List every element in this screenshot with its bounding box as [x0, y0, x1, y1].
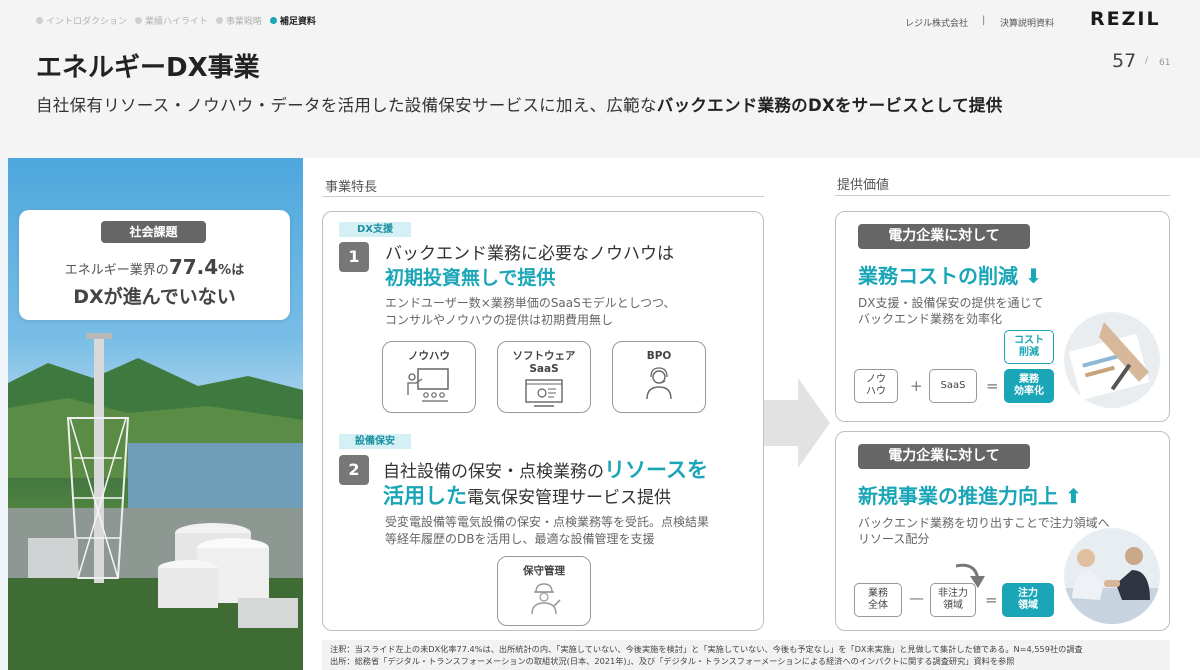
feature1-title: バックエンド業務に必要なノウハウは: [385, 244, 674, 264]
maintenance-worker-icon: [531, 583, 561, 615]
feature2-title-line2: 活用した電気保安管理サービス提供: [383, 484, 671, 508]
social-issue-line1: エネルギー業界の77.4%は: [64, 255, 245, 279]
rezil-logo: REZIL: [1090, 8, 1161, 30]
feature-number-2: 2: [339, 455, 369, 485]
value2-target-tag: 電力企業に対して: [858, 444, 1030, 469]
page-slash: /: [1145, 56, 1149, 66]
presentation-icon: [407, 368, 449, 402]
equals-sign: =: [985, 591, 998, 609]
dx-support-tag: DX支援: [339, 222, 411, 237]
feature-number-1: 1: [339, 242, 369, 272]
handshake-photo: [1064, 528, 1160, 624]
social-issue-line2: DXが進んでいない: [73, 286, 236, 308]
operator-icon: [646, 367, 672, 400]
maintenance-card: 保守管理: [497, 556, 591, 626]
value1-target-tag: 電力企業に対して: [858, 224, 1030, 249]
features-heading: 事業特長: [325, 180, 378, 195]
breadcrumb-item-appendix[interactable]: 補足資料: [269, 14, 316, 27]
knowhow-card: ノウハウ: [382, 341, 476, 413]
document-type: 決算説明資料: [1000, 19, 1055, 29]
feature1-highlight: 初期投資無しで提供: [385, 267, 556, 289]
header-separator: |: [982, 15, 986, 26]
knowhow-chip: ノウ ハウ: [854, 369, 898, 403]
whole-business-chip: 業務 全体: [854, 583, 902, 617]
plus-sign: +: [910, 377, 923, 395]
efficiency-result-chip: 業務 効率化: [1004, 369, 1054, 403]
value-heading: 提供価値: [837, 178, 890, 193]
breadcrumb-dot-icon: [269, 17, 277, 24]
breadcrumb-item-highlights[interactable]: 業績ハイライト: [135, 14, 208, 27]
bpo-card: BPO: [612, 341, 706, 413]
minus-sign: —: [909, 589, 924, 607]
page-title: エネルギーDX事業: [36, 53, 260, 83]
value1-description: DX支援・設備保安の提供を通じて バックエンド業務を効率化: [858, 296, 1044, 326]
cost-reduction-callout: コスト 削減: [1004, 330, 1054, 364]
social-issue-tag: 社会課題: [101, 221, 206, 243]
social-issue-card: 社会課題 エネルギー業界の77.4%は DXが進んでいない: [19, 210, 290, 320]
value-heading-rule: [835, 195, 1170, 196]
feature2-description: 受変電設備等電気設備の保安・点検業務等を受託。点検結果 等経年履歴のDBを活用し、…: [385, 515, 710, 546]
breadcrumb-dot-icon: [135, 17, 143, 24]
arrow-right-icon: [764, 378, 830, 468]
features-heading-rule: [322, 196, 764, 197]
software-saas-card: ソフトウェア SaaS: [497, 341, 591, 413]
value2-description: バックエンド業務を切り出すことで注力領域へ リソース配分: [858, 516, 1110, 546]
breadcrumb-item-strategy[interactable]: 事業戦略: [215, 14, 262, 27]
value-box-new-business: 電力企業に対して 新規事業の推進力向上 ⬆ バックエンド業務を切り出すことで注力…: [835, 431, 1170, 631]
footnote: 注釈：当スライド左上の未DX化率77.4%は、出所統計の内、「実施していない、今…: [322, 640, 1170, 670]
breadcrumb-item-intro[interactable]: イントロダクション: [36, 14, 127, 27]
page-total: 61: [1159, 58, 1171, 68]
software-icon: [525, 379, 563, 407]
page-number: 57: [1112, 50, 1137, 72]
breadcrumb-dot-icon: [36, 17, 43, 24]
equals-sign: =: [986, 377, 999, 395]
value-box-cost: 電力企業に対して 業務コストの削減 ⬇ DX支援・設備保安の提供を通じて バックエ…: [835, 211, 1170, 422]
business-handshake-photo: [1064, 528, 1160, 624]
company-name: レジル株式会社: [905, 19, 969, 29]
equipment-security-tag: 設備保安: [339, 434, 411, 449]
breadcrumb-dot-icon: [215, 17, 223, 24]
saas-chip: SaaS: [929, 369, 977, 403]
photo-edge: [0, 158, 8, 670]
focus-area-chip: 注力 領域: [1002, 583, 1054, 617]
feature1-description: エンドユーザー数×業務単価のSaaSモデルとしつつ、 コンサルやノウハウの提供は初…: [385, 296, 676, 327]
features-box: DX支援 1 バックエンド業務に必要なノウハウは 初期投資無しで提供 エンドユー…: [322, 211, 764, 631]
curved-arrow-icon: [955, 563, 985, 588]
arrow-down-icon: ⬇: [1024, 264, 1042, 288]
arrow-up-icon: ⬆: [1064, 484, 1082, 508]
breadcrumb: イントロダクション 業績ハイライト 事業戦略 補足資料: [36, 14, 316, 27]
business-documents-photo: [1064, 312, 1160, 408]
value1-headline: 業務コストの削減 ⬇: [858, 264, 1042, 288]
value2-headline: 新規事業の推進力向上 ⬆: [858, 484, 1082, 508]
page-subtitle: 自社保有リソース・ノウハウ・データを活用した設備保安サービスに加え、広範なバック…: [36, 96, 1003, 115]
documents-photo: [1064, 312, 1160, 408]
